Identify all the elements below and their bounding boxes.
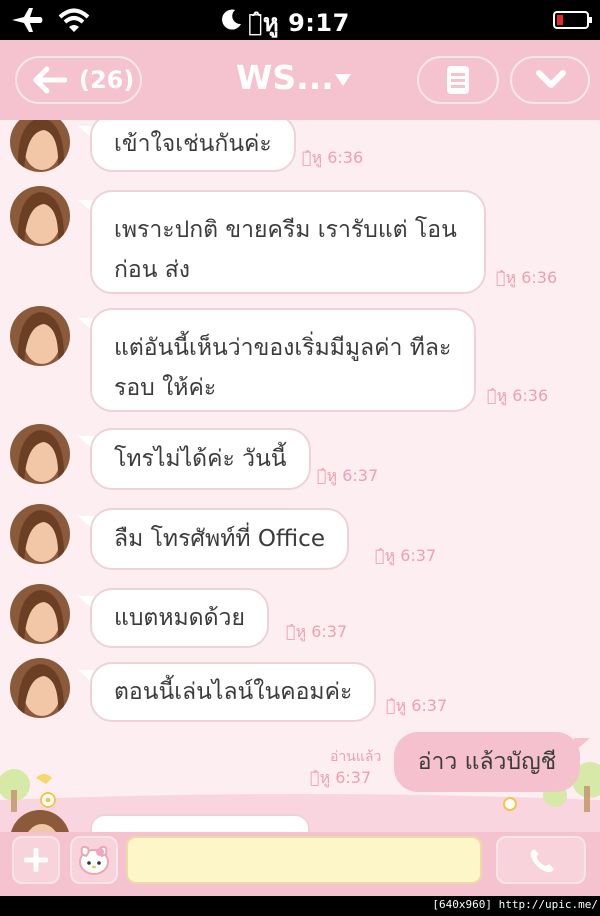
chevron-down-icon [536, 70, 566, 88]
avatar[interactable] [10, 658, 70, 718]
message-text: อ่าว แล้วบัญชี [417, 749, 557, 775]
footer-strip: [640x960] http://upic.me/ [0, 896, 600, 916]
message-bubble[interactable]: แบตหมดด้วย [90, 588, 269, 648]
avatar[interactable] [10, 584, 70, 644]
my-message-bubble[interactable]: อ่าว แล้วบัญชี [394, 732, 580, 792]
message-time: อ̂หู 6:37 [310, 768, 372, 787]
message-time: อ̂หู 6:36 [496, 268, 558, 287]
message-bubble[interactable]: ลืม โทรศัพท์ที่ Office [90, 508, 349, 570]
sticker-button[interactable] [70, 836, 118, 884]
more-button[interactable] [510, 56, 590, 104]
plus-icon [24, 848, 48, 872]
avatar[interactable] [10, 424, 70, 484]
message-text: เข้าใจเช่นกันค่ะ [114, 131, 272, 157]
message-time: อ̂หู 6:36 [302, 148, 364, 167]
message-input[interactable] [126, 836, 482, 884]
message-time: อ̂หู 6:37 [375, 546, 437, 565]
back-button[interactable]: (26) [15, 56, 142, 104]
message-text: ก่อน ส่ง [114, 257, 191, 283]
message-text: แต่อันนี้เห็นว่าของเริ่มมีมูลค่า ทีละ [114, 335, 452, 361]
message-bubble[interactable]: โทรไม่ได้ค่ะ วันนี้ [90, 428, 311, 490]
bubble-tail [574, 738, 590, 752]
message-time: อ̂หู 6:37 [386, 696, 448, 715]
message-text: โทรไม่ได้ค่ะ วันนี้ [114, 446, 287, 472]
unread-count: (26) [79, 66, 135, 94]
message-bubble[interactable]: เข้าใจเช่นกันค่ะ [90, 120, 296, 172]
avatar[interactable] [10, 186, 70, 246]
chat-header: (26) WS... [0, 40, 600, 120]
menu-icon [447, 66, 469, 94]
back-arrow-icon [33, 66, 67, 94]
call-button[interactable] [496, 836, 586, 884]
avatar[interactable] [10, 306, 70, 366]
message-time: อ̂หู 6:36 [487, 386, 549, 405]
input-bar [0, 832, 600, 896]
sticker-icon [79, 845, 109, 875]
status-bar: อ̂หู 9:17 [0, 0, 600, 40]
message-bubble[interactable]: เพราะปกติ ขายครีม เรารับแต่ โอน ก่อน ส่ง [90, 190, 486, 294]
wifi-icon [58, 8, 90, 32]
battery-low-icon [553, 11, 592, 29]
message-time: อ̂หู 6:37 [286, 622, 348, 641]
chat-title[interactable]: WS... [236, 58, 334, 97]
title-dropdown-icon[interactable] [334, 73, 352, 87]
message-text: เพราะปกติ ขายครีม เรารับแต่ โอน [114, 217, 457, 243]
status-time: อ̂หู 9:17 [248, 9, 350, 37]
chat-area[interactable]: เข้าใจเช่นกันค่ะ อ̂หู 6:36 เพราะปกติ ขาย… [0, 120, 600, 832]
watermark-text: [640x960] http://upic.me/ [432, 898, 598, 911]
airplane-mode-icon [12, 8, 43, 32]
do-not-disturb-moon-icon [222, 9, 241, 30]
message-bubble[interactable] [90, 814, 310, 832]
message-text: ตอนนี้เล่นไลน์ในคอมค่ะ [114, 679, 353, 705]
read-receipt: อ่านแล้ว [330, 749, 382, 765]
message-text: แบตหมดด้วย [114, 605, 245, 631]
attach-button[interactable] [12, 836, 60, 884]
message-text: รอบ ให้ค่ะ [114, 375, 217, 401]
phone-icon [530, 849, 554, 873]
avatar[interactable] [10, 504, 70, 564]
menu-button[interactable] [417, 56, 499, 104]
message-bubble[interactable]: แต่อันนี้เห็นว่าของเริ่มมีมูลค่า ทีละ รอ… [90, 308, 476, 412]
message-bubble[interactable]: ตอนนี้เล่นไลน์ในคอมค่ะ [90, 662, 377, 722]
message-time: อ̂หู 6:37 [317, 466, 379, 485]
message-text: ลืม โทรศัพท์ที่ Office [114, 526, 325, 552]
